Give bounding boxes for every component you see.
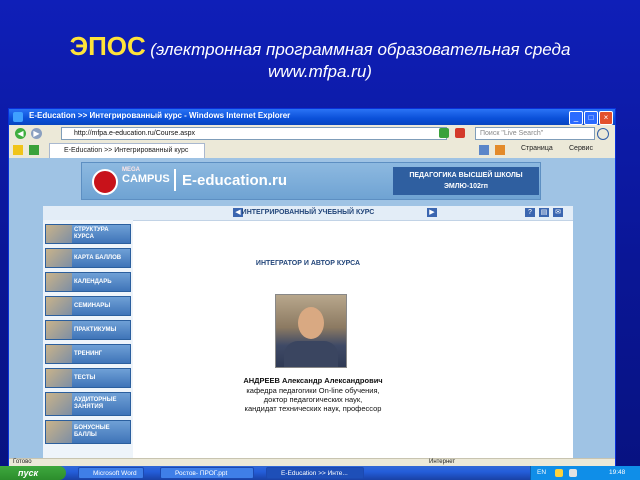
author-name: АНДРЕЕВ Александр Александрович [243,376,383,385]
slide-subtitle: (электронная программная образовательная… [150,40,571,59]
tools-menu[interactable]: Сервис [569,145,593,152]
course-header: ◀ ИНТЕГРИРОВАННЫЙ УЧЕБНЫЙ КУРС ▶ ? ▤ ✉ [43,206,573,221]
start-button[interactable]: пуск [0,466,66,480]
feeds-icon[interactable] [495,145,505,155]
author-face [298,307,324,339]
search-icon[interactable] [597,128,609,140]
browser-window: E-Education >> Интегрированный курс - Wi… [8,108,616,468]
address-toolbar: ◀ ▶ http://mfpa.e-education.ru/Course.as… [9,125,615,143]
back-arrow-icon[interactable]: ◀ [15,128,26,139]
search-input[interactable]: Поиск "Live Search" [475,127,595,140]
slide-url: www.mfpa.ru) [268,61,372,81]
slide-title-block: ЭПОС (электронная программная образовате… [0,31,640,82]
menu-item-score-map[interactable]: КАРТА БАЛЛОВ [45,248,131,268]
site-banner: MEGA CAMPUS E-education.ru ПЕДАГОГИКА ВЫ… [81,162,541,200]
mail-icon[interactable]: ✉ [553,208,563,217]
menu-thumb-icon [46,273,72,291]
menu-thumb-icon [46,321,72,339]
author-desc-line2: доктор педагогических наук, [263,395,363,404]
menu-item-seminars[interactable]: СЕМИНАРЫ [45,296,131,316]
volume-icon[interactable] [569,469,577,477]
language-indicator[interactable]: EN [537,466,546,480]
tagline-line2: ЭМЛЮ-102гп [443,183,489,190]
tray-icon[interactable] [555,469,563,477]
menu-item-calendar[interactable]: КАЛЕНДАРЬ [45,272,131,292]
slide-title: ЭПОС [69,31,146,61]
status-text: Готово [13,459,32,465]
menu-item-tests[interactable]: ТЕСТЫ [45,368,131,388]
stop-icon[interactable] [455,128,465,138]
ie-icon [13,112,23,122]
course-page: ◀ ИНТЕГРИРОВАННЫЙ УЧЕБНЫЙ КУРС ▶ ? ▤ ✉ С… [43,206,573,458]
menu-item-structure[interactable]: СТРУКТУРА КУРСА [45,224,131,244]
author-desc-line3: кандидат технических наук, профессор [244,404,382,413]
task-ppt[interactable]: Ростов- ПРОГ.ppt [160,467,254,479]
author-section-title: ИНТЕГРАТОР И АВТОР КУРСА [255,260,361,267]
tagline-line1: ПЕДАГОГИКА ВЫСШЕЙ ШКОЛЫ [409,172,523,179]
megacampus-logo-icon [92,169,118,195]
menu-thumb-icon [46,297,72,315]
task-ie[interactable]: E-Education >> Инте... [266,467,364,479]
minimize-button[interactable]: _ [569,111,583,125]
window-title: E-Education >> Интегрированный курс - Wi… [29,111,291,120]
author-desc-line1: кафедра педагогики On-line обучения, [246,386,380,395]
menu-item-classes[interactable]: АУДИТОРНЫЕ ЗАНЯТИЯ [45,392,131,416]
refresh-icon[interactable] [439,128,449,138]
course-sidebar: СТРУКТУРА КУРСА КАРТА БАЛЛОВ КАЛЕНДАРЬ С… [43,220,133,458]
page-content: MEGA CAMPUS E-education.ru ПЕДАГОГИКА ВЫ… [9,158,615,458]
menu-thumb-icon [46,369,72,387]
logo-campus: MEGA CAMPUS [122,167,170,185]
menu-item-bonus[interactable]: БОНУСНЫЕ БАЛЛЫ [45,420,131,444]
close-button[interactable]: × [599,111,613,125]
next-arrow-icon[interactable]: ▶ [427,208,437,217]
menu-thumb-icon [46,421,72,443]
favorites-star-icon[interactable] [13,145,23,155]
menu-thumb-icon [46,393,72,415]
tab-active[interactable]: E-Education >> Интегрированный курс [49,143,205,159]
maximize-button[interactable]: □ [584,111,598,125]
window-titlebar[interactable]: E-Education >> Интегрированный курс - Wi… [9,109,615,125]
menu-thumb-icon [46,345,72,363]
print-icon[interactable]: ▤ [539,208,549,217]
status-zone: Интернет [429,459,456,465]
home-icon[interactable] [479,145,489,155]
author-photo [275,294,347,368]
add-favorites-icon[interactable] [29,145,39,155]
taskbar: пуск Microsoft Word Ростов- ПРОГ.ppt E-E… [0,466,640,480]
task-word[interactable]: Microsoft Word [78,467,144,479]
logo-eeducation: E-education.ru [182,172,288,189]
page-menu[interactable]: Страница [521,145,553,152]
tab-toolbar: E-Education >> Интегрированный курс Стра… [9,142,615,159]
system-tray: EN 19:48 [530,466,640,480]
menu-item-practicums[interactable]: ПРАКТИКУМЫ [45,320,131,340]
logo-divider [174,169,176,191]
course-tagline: ПЕДАГОГИКА ВЫСШЕЙ ШКОЛЫ ЭМЛЮ-102гп [393,167,539,195]
menu-thumb-icon [46,225,72,243]
clock: 19:48 [609,469,626,476]
help-icon[interactable]: ? [525,208,535,217]
course-header-title: ИНТЕГРИРОВАННЫЙ УЧЕБНЫЙ КУРС [241,209,375,216]
author-panel: ИНТЕГРАТОР И АВТОР КУРСА АНДРЕЕВ Алексан… [143,220,573,458]
menu-item-training[interactable]: ТРЕНИНГ [45,344,131,364]
author-suit [284,341,338,367]
menu-thumb-icon [46,249,72,267]
forward-arrow-icon[interactable]: ▶ [31,128,42,139]
address-input[interactable]: http://mfpa.e-education.ru/Course.aspx [61,127,447,140]
